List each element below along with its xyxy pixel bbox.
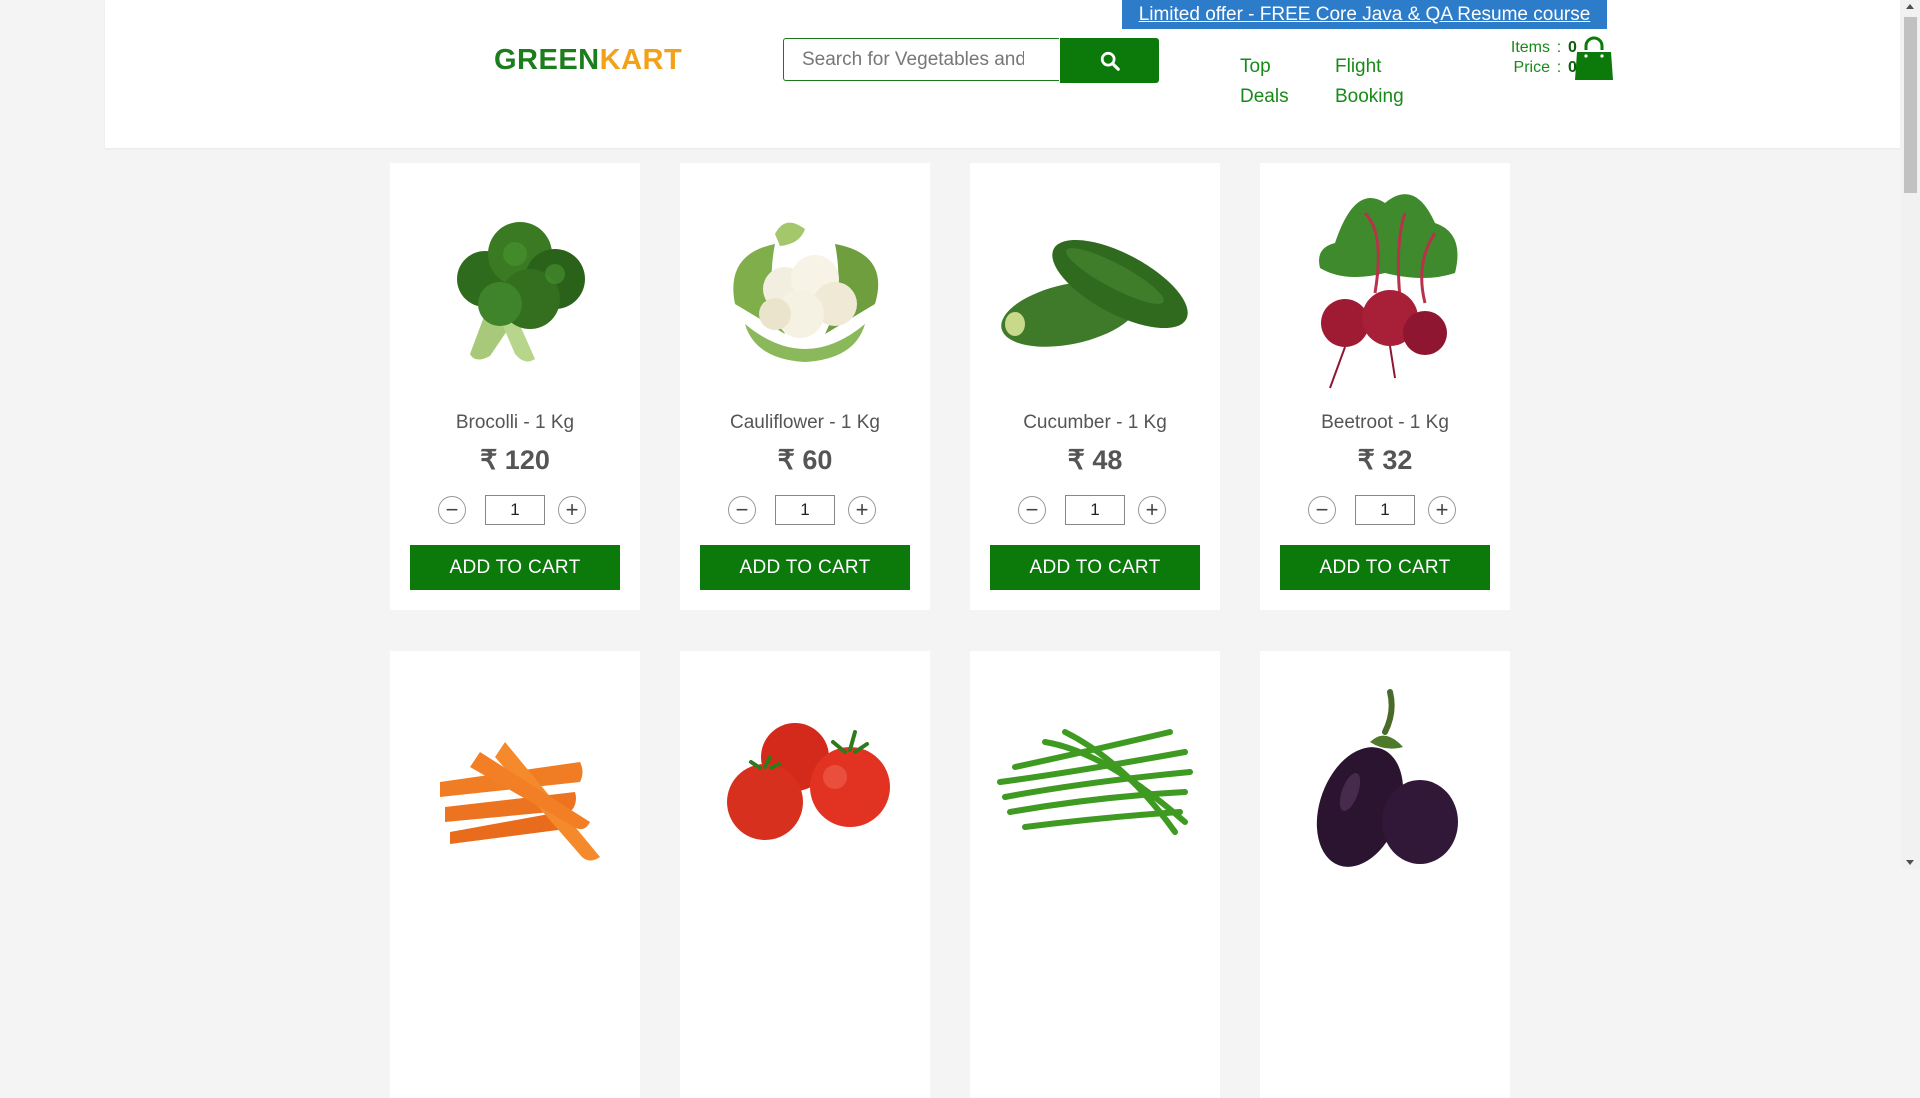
limited-offer-link[interactable]: Limited offer - FREE Core Java & QA Resu… bbox=[1122, 0, 1607, 29]
decrement-button[interactable]: − bbox=[1018, 496, 1046, 524]
nav-flight-booking-line1: Flight bbox=[1335, 56, 1382, 77]
scroll-down-arrow-icon[interactable] bbox=[1906, 860, 1914, 865]
increment-button[interactable]: + bbox=[558, 496, 586, 524]
add-to-cart-button[interactable]: ADD TO CART bbox=[410, 545, 620, 590]
product-card: Cauliflower - 1 Kg ₹ 60 − + ADD TO CART bbox=[680, 163, 930, 610]
decrement-button[interactable]: − bbox=[1308, 496, 1336, 524]
product-card: Brocolli - 1 Kg ₹ 120 − + ADD TO CART bbox=[390, 163, 640, 610]
increment-button[interactable]: + bbox=[848, 496, 876, 524]
cart-items-label: Items bbox=[1510, 39, 1550, 56]
quantity-stepper: − + bbox=[438, 495, 592, 526]
nav-top-deals-line2: Deals bbox=[1240, 86, 1289, 107]
cart-price-separator: : bbox=[1556, 59, 1562, 76]
vertical-scrollbar[interactable] bbox=[1901, 0, 1920, 869]
search-icon bbox=[1100, 51, 1120, 71]
increment-button[interactable]: + bbox=[1138, 496, 1166, 524]
product-image-beetroot bbox=[1272, 173, 1498, 395]
brand-green: GREEN bbox=[494, 44, 600, 76]
product-card: Cucumber - 1 Kg ₹ 48 − + ADD TO CART bbox=[970, 163, 1220, 610]
product-card: Beetroot - 1 Kg ₹ 32 − + ADD TO CART bbox=[1260, 163, 1510, 610]
product-image-cauliflower bbox=[692, 173, 918, 395]
product-image-tomato bbox=[692, 661, 918, 883]
product-name: Beetroot - 1 Kg bbox=[1321, 412, 1449, 433]
product-card bbox=[1260, 651, 1510, 1098]
quantity-input[interactable] bbox=[775, 495, 835, 525]
product-price: ₹ 48 bbox=[1067, 445, 1123, 475]
product-price: ₹ 120 bbox=[480, 445, 550, 475]
quantity-input[interactable] bbox=[1355, 495, 1415, 525]
product-card bbox=[680, 651, 930, 1098]
product-name: Brocolli - 1 Kg bbox=[455, 412, 575, 433]
nav-top-deals[interactable]: Top Deals bbox=[1240, 52, 1350, 112]
cart-price-label: Price bbox=[1513, 59, 1550, 76]
nav-flight-booking[interactable]: Flight Booking bbox=[1335, 52, 1445, 112]
nav-top-deals-line1: Top bbox=[1240, 56, 1271, 77]
minus-icon: − bbox=[735, 497, 749, 522]
decrement-button[interactable]: − bbox=[728, 496, 756, 524]
product-price: ₹ 32 bbox=[1357, 445, 1413, 475]
brand-kart: KART bbox=[599, 44, 683, 76]
quantity-input[interactable] bbox=[1065, 495, 1125, 525]
product-grid: Brocolli - 1 Kg ₹ 120 − + ADD TO CART Ca… bbox=[390, 163, 1530, 1098]
quantity-stepper: − + bbox=[1308, 495, 1462, 526]
quantity-stepper: − + bbox=[728, 495, 882, 526]
cart-items-separator: : bbox=[1556, 39, 1562, 56]
plus-icon: + bbox=[565, 497, 579, 522]
shopping-bag-icon[interactable] bbox=[1573, 36, 1615, 82]
brand-logo: GREENKART bbox=[494, 44, 682, 77]
scroll-thumb[interactable] bbox=[1904, 17, 1917, 193]
plus-icon: + bbox=[855, 497, 869, 522]
product-name: Cauliflower - 1 Kg bbox=[730, 412, 880, 433]
product-image-brinjal bbox=[1272, 661, 1498, 883]
product-price: ₹ 60 bbox=[777, 445, 833, 475]
product-name: Cucumber - 1 Kg bbox=[1023, 412, 1167, 433]
product-card bbox=[390, 651, 640, 1098]
decrement-button[interactable]: − bbox=[438, 496, 466, 524]
product-image-broccoli bbox=[402, 173, 628, 395]
nav-flight-booking-line2: Booking bbox=[1335, 86, 1404, 107]
product-card bbox=[970, 651, 1220, 1098]
add-to-cart-button[interactable]: ADD TO CART bbox=[1280, 545, 1490, 590]
product-image-carrot bbox=[402, 661, 628, 883]
add-to-cart-button[interactable]: ADD TO CART bbox=[700, 545, 910, 590]
search-input[interactable] bbox=[783, 38, 1059, 81]
product-image-beans bbox=[982, 661, 1208, 883]
plus-icon: + bbox=[1435, 497, 1449, 522]
increment-button[interactable]: + bbox=[1428, 496, 1456, 524]
minus-icon: − bbox=[445, 497, 459, 522]
quantity-input[interactable] bbox=[485, 495, 545, 525]
minus-icon: − bbox=[1315, 497, 1329, 522]
product-image-cucumber bbox=[982, 173, 1208, 395]
add-to-cart-button[interactable]: ADD TO CART bbox=[990, 545, 1200, 590]
quantity-stepper: − + bbox=[1018, 495, 1172, 526]
search-button[interactable] bbox=[1060, 38, 1159, 83]
plus-icon: + bbox=[1145, 497, 1159, 522]
minus-icon: − bbox=[1025, 497, 1039, 522]
scroll-up-arrow-icon[interactable] bbox=[1906, 4, 1914, 9]
cart-info: Items : 0 Price : 0 bbox=[1490, 38, 1577, 78]
